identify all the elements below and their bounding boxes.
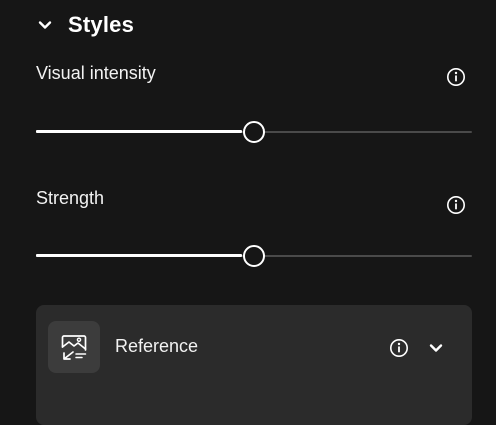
slider-fill <box>36 254 242 257</box>
reference-card[interactable]: Reference <box>36 305 472 425</box>
slider-fill <box>36 130 242 133</box>
visual-intensity-control: Visual intensity <box>36 60 472 150</box>
styles-section-toggle[interactable]: Styles <box>36 10 134 40</box>
info-icon[interactable] <box>445 194 467 216</box>
strength-control: Strength <box>36 182 472 272</box>
chevron-down-icon <box>36 16 54 34</box>
info-icon[interactable] <box>445 66 467 88</box>
visual-intensity-slider[interactable] <box>36 118 472 146</box>
visual-intensity-label: Visual intensity <box>36 63 156 83</box>
chevron-down-icon[interactable] <box>426 338 446 358</box>
image-reference-icon <box>48 321 100 373</box>
strength-slider[interactable] <box>36 242 472 270</box>
reference-label: Reference <box>115 336 199 356</box>
info-icon[interactable] <box>388 337 410 359</box>
slider-thumb[interactable] <box>243 121 265 143</box>
section-title: Styles <box>68 12 135 37</box>
slider-thumb[interactable] <box>243 245 265 267</box>
strength-label: Strength <box>36 188 105 208</box>
